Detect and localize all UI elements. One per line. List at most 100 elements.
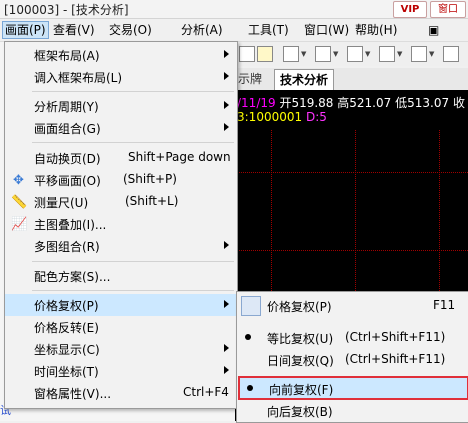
dropdown-caret-icon[interactable]: ▼ — [333, 46, 338, 62]
menu-item-shortcut: (Shift+P) — [123, 172, 177, 186]
menu-separator — [32, 91, 234, 92]
submenu-item-shortcut: (Ctrl+Shift+F11) — [345, 330, 446, 344]
submenu-item-label: 价格复权(P) — [267, 300, 332, 314]
toolbar-list-icon[interactable] — [283, 46, 299, 62]
radio-checked-icon — [245, 334, 251, 340]
price-adjust-icon — [241, 296, 261, 316]
menu-screen[interactable]: 画面(P) — [2, 21, 49, 39]
submenu-arrow-icon — [224, 50, 229, 58]
menu-item-coordinate-display[interactable]: 坐标显示(C) — [5, 338, 237, 360]
menu-item-multi-chart[interactable]: 多图组合(R) — [5, 235, 237, 257]
submenu-item-label: 等比复权(U) — [267, 332, 334, 346]
submenu-item-intraday-adjust[interactable]: 日间复权(Q) (Ctrl+Shift+F11) — [237, 348, 468, 370]
menu-item-screen-combo[interactable]: 画面组合(G) — [5, 117, 237, 139]
toolbar-more-icon[interactable] — [443, 46, 459, 62]
chart-high: 高521.07 — [337, 96, 392, 110]
submenu-item-forward-adjust[interactable]: 向前复权(F) — [238, 376, 468, 400]
move-arrows-icon: ✥ — [13, 173, 24, 188]
vip-button[interactable]: VIP — [393, 1, 427, 18]
menu-item-label: 框架布局(A) — [34, 49, 100, 63]
submenu-arrow-icon — [224, 300, 229, 308]
dropdown-caret-icon[interactable]: ▼ — [365, 46, 370, 62]
menu-help[interactable]: 帮助(H) — [355, 22, 397, 38]
toolbar-bars-icon[interactable] — [315, 46, 331, 62]
menu-analysis[interactable]: 分析(A) — [181, 22, 223, 38]
menu-item-label: 价格反转(E) — [34, 321, 99, 335]
toolbar-lines-icon[interactable] — [379, 46, 395, 62]
submenu-item-shortcut: F11 — [433, 298, 456, 312]
title-bar: [100003] - [技术分析] VIP 窗口 — [0, 0, 468, 19]
menu-item-time-axis[interactable]: 时间坐标(T) — [5, 360, 237, 382]
menu-item-shortcut: (Shift+L) — [125, 194, 179, 208]
toolbar-shape-icon[interactable] — [411, 46, 427, 62]
dropdown-caret-icon[interactable]: ▼ — [429, 46, 434, 62]
menu-item-analysis-period[interactable]: 分析周期(Y) — [5, 95, 237, 117]
tab-previous[interactable]: 示牌 — [238, 70, 262, 87]
tab-technical-analysis[interactable]: 技术分析 — [274, 69, 335, 90]
submenu-item-backward-adjust[interactable]: 向后复权(B) — [237, 399, 468, 421]
chart-low: 低513.07 — [395, 96, 450, 110]
menu-item-load-frame-layout[interactable]: 调入框架布局(L) — [5, 66, 237, 88]
menu-trade[interactable]: 交易(O) — [109, 22, 152, 38]
toolbar-icon-h[interactable]: ▣ — [428, 22, 439, 38]
window-button[interactable]: 窗口 — [430, 1, 466, 18]
menu-item-color-scheme[interactable]: 配色方案(S)... — [5, 265, 237, 287]
submenu-item-label: 向前复权(F) — [269, 383, 334, 397]
menu-item-frame-layout[interactable]: 框架布局(A) — [5, 44, 237, 66]
submenu-arrow-icon — [224, 344, 229, 352]
window-title: [100003] - [技术分析] — [4, 3, 129, 17]
menu-item-label: 测量尺(U) — [34, 196, 89, 210]
dropdown-caret-icon[interactable]: ▼ — [301, 46, 306, 62]
menu-item-label: 窗格属性(V)... — [34, 387, 112, 401]
menu-item-label: 画面组合(G) — [34, 122, 101, 136]
dropdown-caret-icon[interactable]: ▼ — [397, 46, 402, 62]
menu-item-pane-properties[interactable]: 窗格属性(V)... Ctrl+F4 — [5, 382, 237, 404]
submenu-arrow-icon — [224, 72, 229, 80]
chart-overlay-icon: 📈 — [11, 217, 28, 232]
menu-item-price-reverse[interactable]: 价格反转(E) — [5, 316, 237, 338]
menu-separator — [32, 261, 234, 262]
menu-item-label: 多图组合(R) — [34, 240, 100, 254]
toolbar-indicator-icon[interactable] — [347, 46, 363, 62]
submenu-item-label: 向后复权(B) — [267, 405, 333, 419]
menu-view[interactable]: 查看(V) — [53, 22, 95, 38]
toolbar: ▼ ▼ ▼ ▼ ▼ — [235, 42, 468, 66]
menu-item-auto-page[interactable]: 自动换页(D) Shift+Page down — [5, 147, 237, 169]
menu-item-label: 时间坐标(T) — [34, 365, 99, 379]
menu-item-label: 自动换页(D) — [34, 152, 101, 166]
chart-sub-line: 3:1000001 — [237, 110, 303, 124]
menu-item-label: 坐标显示(C) — [34, 343, 100, 357]
menu-item-pan-screen[interactable]: ✥ 平移画面(O) (Shift+P) — [5, 169, 237, 191]
grid-line — [235, 172, 468, 173]
submenu-arrow-icon — [224, 101, 229, 109]
tab-bar — [235, 68, 468, 91]
radio-checked-icon — [247, 385, 253, 391]
menu-item-chart-overlay[interactable]: 📈 主图叠加(I)... — [5, 213, 237, 235]
menu-item-shortcut: Ctrl+F4 — [183, 385, 229, 399]
menu-item-label: 配色方案(S)... — [34, 270, 111, 284]
menu-item-shortcut: Shift+Page down — [128, 150, 231, 164]
submenu-arrow-icon — [224, 123, 229, 131]
chart-sub-info: 3:1000001 D:5 — [237, 110, 327, 124]
menu-separator — [32, 290, 234, 291]
screen-menu-dropdown: 框架布局(A) 调入框架布局(L) 分析周期(Y) 画面组合(G) 自动换页(D… — [4, 41, 238, 409]
submenu-item-label: 日间复权(Q) — [267, 354, 334, 368]
menu-tools[interactable]: 工具(T) — [248, 22, 289, 38]
submenu-arrow-icon — [224, 241, 229, 249]
toolbar-draw-icon[interactable] — [257, 46, 273, 62]
ruler-icon: 📏 — [11, 195, 28, 210]
submenu-item-proportional-adjust[interactable]: 等比复权(U) (Ctrl+Shift+F11) — [237, 326, 468, 348]
menu-item-label: 平移画面(O) — [34, 174, 101, 188]
submenu-item-price-adjust[interactable]: 价格复权(P) F11 — [237, 294, 468, 316]
chart-close: 收 — [452, 96, 465, 110]
menu-item-price-adjust[interactable]: 价格复权(P) — [5, 294, 237, 316]
menu-window[interactable]: 窗口(W) — [304, 22, 349, 38]
price-adjust-submenu: 价格复权(P) F11 等比复权(U) (Ctrl+Shift+F11) 日间复… — [236, 291, 468, 423]
submenu-arrow-icon — [224, 366, 229, 374]
chart-open: 开519.88 — [279, 96, 334, 110]
chart-price-info: /11/19 开519.88 高521.07 低513.07 收 — [237, 94, 465, 111]
grid-line — [235, 250, 468, 251]
toolbar-grid-icon[interactable] — [239, 46, 255, 62]
menu-item-ruler[interactable]: 📏 测量尺(U) (Shift+L) — [5, 191, 237, 213]
menu-separator — [32, 142, 234, 143]
